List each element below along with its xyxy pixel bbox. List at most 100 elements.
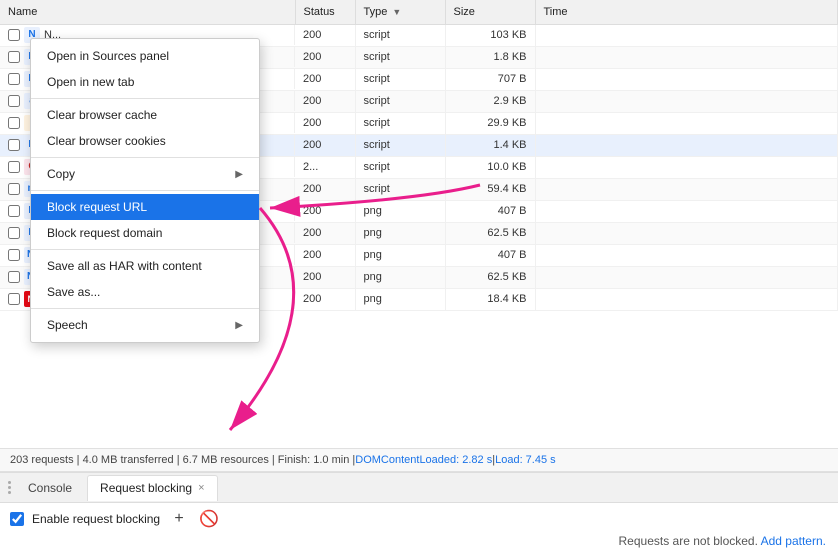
col-header-type[interactable]: Type ▼ <box>355 0 445 24</box>
row-type: script <box>355 68 445 90</box>
menu-item-save-har[interactable]: Save all as HAR with content <box>31 253 259 279</box>
status-bar: 203 requests | 4.0 MB transferred | 6.7 … <box>0 448 838 472</box>
menu-item-label: Open in new tab <box>47 75 134 89</box>
enable-request-blocking-checkbox[interactable] <box>10 512 24 526</box>
row-time <box>535 46 838 68</box>
dom-content-loaded: DOMContentLoaded: 2.82 s <box>355 454 492 466</box>
row-time <box>535 200 838 222</box>
row-size: 29.9 KB <box>445 112 535 134</box>
row-time <box>535 90 838 112</box>
row-checkbox[interactable] <box>8 227 20 239</box>
menu-divider <box>31 249 259 250</box>
row-size: 407 B <box>445 200 535 222</box>
row-checkbox[interactable] <box>8 117 20 129</box>
row-size: 1.8 KB <box>445 46 535 68</box>
row-type: script <box>355 178 445 200</box>
row-status: 200 <box>295 178 355 200</box>
row-size: 2.9 KB <box>445 90 535 112</box>
row-status: 200 <box>295 200 355 222</box>
drag-handle[interactable] <box>4 481 15 494</box>
row-checkbox[interactable] <box>8 139 20 151</box>
menu-item-speech[interactable]: Speech ▶ <box>31 312 259 338</box>
type-sort-icon: ▼ <box>392 7 401 17</box>
add-pattern-button[interactable]: + <box>168 508 190 530</box>
row-checkbox[interactable] <box>8 29 20 41</box>
menu-item-block-url[interactable]: Block request URL <box>31 194 259 220</box>
col-header-size[interactable]: Size <box>445 0 535 24</box>
row-size: 407 B <box>445 244 535 266</box>
submenu-arrow-icon: ▶ <box>235 169 243 180</box>
menu-item-label: Copy <box>47 167 75 181</box>
menu-item-label: Clear browser cache <box>47 108 157 122</box>
row-status: 200 <box>295 24 355 46</box>
menu-divider <box>31 157 259 158</box>
row-status: 200 <box>295 68 355 90</box>
menu-item-block-domain[interactable]: Block request domain <box>31 220 259 246</box>
menu-item-label: Block request URL <box>47 200 147 214</box>
bottom-tabs: Console Request blocking × <box>0 473 838 503</box>
not-blocked-text: Requests are not blocked. <box>619 534 758 548</box>
clear-patterns-button[interactable]: 🚫 <box>198 508 220 530</box>
row-checkbox[interactable] <box>8 95 20 107</box>
row-status: 200 <box>295 222 355 244</box>
row-status: 200 <box>295 244 355 266</box>
row-type: script <box>355 134 445 156</box>
tab-request-blocking-label: Request blocking <box>100 481 192 495</box>
row-time <box>535 266 838 288</box>
menu-item-open-sources[interactable]: Open in Sources panel <box>31 43 259 69</box>
row-time <box>535 134 838 156</box>
row-time <box>535 222 838 244</box>
row-size: 1.4 KB <box>445 134 535 156</box>
row-checkbox[interactable] <box>8 73 20 85</box>
tab-console[interactable]: Console <box>15 475 85 501</box>
menu-item-label: Speech <box>47 318 88 332</box>
bottom-panel: Console Request blocking × Enable reques… <box>0 472 838 554</box>
row-size: 62.5 KB <box>445 266 535 288</box>
row-size: 707 B <box>445 68 535 90</box>
row-time <box>535 156 838 178</box>
row-checkbox[interactable] <box>8 161 20 173</box>
menu-item-save-as[interactable]: Save as... <box>31 279 259 305</box>
bottom-content: Enable request blocking + 🚫 <box>0 503 838 535</box>
row-type: script <box>355 156 445 178</box>
row-checkbox[interactable] <box>8 205 20 217</box>
row-type: script <box>355 112 445 134</box>
menu-divider <box>31 308 259 309</box>
menu-item-open-new-tab[interactable]: Open in new tab <box>31 69 259 95</box>
row-checkbox[interactable] <box>8 51 20 63</box>
menu-item-label: Save all as HAR with content <box>47 259 202 273</box>
row-time <box>535 24 838 46</box>
row-checkbox[interactable] <box>8 249 20 261</box>
tab-close-icon[interactable]: × <box>198 482 204 494</box>
row-status: 200 <box>295 288 355 310</box>
menu-item-clear-cookies[interactable]: Clear browser cookies <box>31 128 259 154</box>
row-time <box>535 178 838 200</box>
row-type: script <box>355 24 445 46</box>
tab-console-label: Console <box>28 481 72 495</box>
status-summary: 203 requests | 4.0 MB transferred | 6.7 … <box>10 454 355 466</box>
row-size: 62.5 KB <box>445 222 535 244</box>
col-header-name[interactable]: Name <box>0 0 295 24</box>
col-header-time[interactable]: Time <box>535 0 838 24</box>
row-status: 200 <box>295 112 355 134</box>
row-checkbox[interactable] <box>8 183 20 195</box>
menu-divider <box>31 98 259 99</box>
submenu-arrow-icon: ▶ <box>235 320 243 331</box>
row-status: 200 <box>295 266 355 288</box>
row-type: png <box>355 266 445 288</box>
row-time <box>535 112 838 134</box>
row-size: 10.0 KB <box>445 156 535 178</box>
col-header-status[interactable]: Status <box>295 0 355 24</box>
row-status: 2... <box>295 156 355 178</box>
row-checkbox[interactable] <box>8 271 20 283</box>
menu-item-clear-cache[interactable]: Clear browser cache <box>31 102 259 128</box>
add-pattern-link[interactable]: Add pattern. <box>761 534 826 548</box>
menu-item-copy[interactable]: Copy ▶ <box>31 161 259 187</box>
row-status: 200 <box>295 134 355 156</box>
row-time <box>535 68 838 90</box>
row-type: png <box>355 288 445 310</box>
menu-item-label: Clear browser cookies <box>47 134 166 148</box>
tab-request-blocking[interactable]: Request blocking × <box>87 475 218 501</box>
row-checkbox[interactable] <box>8 293 20 305</box>
menu-item-label: Open in Sources panel <box>47 49 169 63</box>
